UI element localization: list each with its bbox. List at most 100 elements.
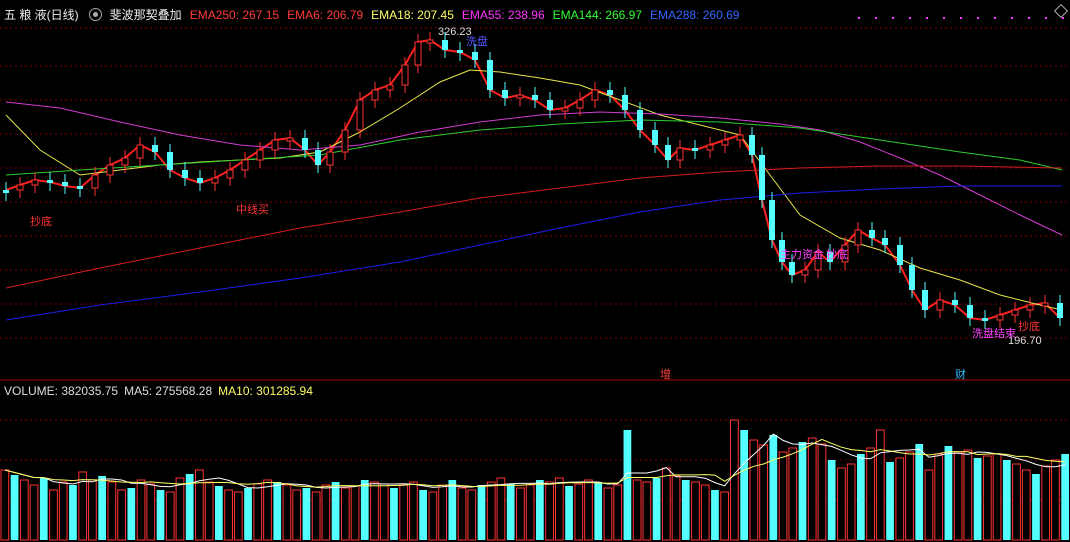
volume-bar[interactable] bbox=[565, 486, 573, 540]
volume-bar[interactable] bbox=[545, 481, 554, 541]
volume-bar[interactable] bbox=[69, 485, 77, 540]
volume-bar[interactable] bbox=[1021, 469, 1031, 541]
volume-bar[interactable] bbox=[1051, 459, 1060, 541]
volume-bar[interactable] bbox=[282, 484, 292, 541]
volume-bar[interactable] bbox=[944, 446, 953, 540]
volume-bar[interactable] bbox=[652, 478, 661, 540]
candle[interactable] bbox=[532, 95, 538, 100]
gear-icon[interactable] bbox=[88, 8, 102, 21]
candle[interactable] bbox=[1041, 302, 1049, 307]
volume-bar[interactable] bbox=[905, 451, 914, 541]
volume-bar[interactable] bbox=[788, 447, 798, 541]
candle[interactable] bbox=[401, 64, 409, 86]
candle[interactable] bbox=[547, 100, 553, 110]
candle[interactable] bbox=[211, 177, 219, 184]
volume-bar[interactable] bbox=[204, 481, 214, 541]
candle[interactable] bbox=[897, 245, 903, 265]
candle[interactable] bbox=[749, 135, 755, 155]
volume-bar[interactable] bbox=[49, 489, 58, 541]
candle[interactable] bbox=[31, 179, 39, 186]
volume-bar[interactable] bbox=[409, 481, 418, 541]
candle[interactable] bbox=[442, 40, 448, 50]
candle[interactable] bbox=[736, 134, 744, 141]
candle[interactable] bbox=[801, 269, 809, 276]
volume-bar[interactable] bbox=[720, 491, 730, 541]
candle[interactable] bbox=[967, 305, 973, 318]
volume-bar[interactable] bbox=[467, 489, 477, 541]
volume-bar[interactable] bbox=[29, 484, 39, 541]
volume-bar[interactable] bbox=[292, 489, 302, 541]
candle[interactable] bbox=[576, 99, 584, 109]
candle[interactable] bbox=[341, 129, 349, 153]
volume-bar[interactable] bbox=[302, 488, 311, 540]
volume-bar[interactable] bbox=[165, 491, 175, 541]
volume-bar[interactable] bbox=[798, 442, 807, 540]
volume-bar[interactable] bbox=[613, 484, 623, 541]
volume-bar[interactable] bbox=[1061, 454, 1069, 540]
volume-bar[interactable] bbox=[691, 481, 700, 541]
candle[interactable] bbox=[371, 89, 379, 101]
candle[interactable] bbox=[622, 95, 628, 110]
volume-bar[interactable] bbox=[536, 480, 544, 540]
volume-bar[interactable] bbox=[516, 487, 525, 541]
volume-bar[interactable] bbox=[525, 484, 535, 541]
volume-bar[interactable] bbox=[681, 480, 690, 540]
candle[interactable] bbox=[637, 110, 643, 130]
candle[interactable] bbox=[302, 138, 308, 150]
volume-bar[interactable] bbox=[477, 485, 486, 540]
candle[interactable] bbox=[91, 174, 99, 189]
candle[interactable] bbox=[286, 137, 294, 142]
volume-bar[interactable] bbox=[857, 454, 865, 540]
volume-bar[interactable] bbox=[642, 481, 652, 541]
candle[interactable] bbox=[472, 52, 478, 60]
volume-bar[interactable] bbox=[584, 479, 593, 541]
candle[interactable] bbox=[16, 184, 24, 191]
candle[interactable] bbox=[607, 90, 613, 95]
candle[interactable] bbox=[256, 149, 264, 161]
volume-bar[interactable] bbox=[1032, 474, 1040, 540]
volume-bar[interactable] bbox=[992, 453, 1002, 541]
candle[interactable] bbox=[692, 148, 698, 151]
candle[interactable] bbox=[457, 50, 463, 53]
volume-bar[interactable] bbox=[39, 478, 48, 540]
candle[interactable] bbox=[502, 90, 508, 98]
candle[interactable] bbox=[996, 314, 1004, 321]
volume-bar[interactable] bbox=[711, 490, 719, 540]
volume-bar[interactable] bbox=[1002, 460, 1011, 540]
volume-bar[interactable] bbox=[419, 490, 427, 540]
volume-bar[interactable] bbox=[98, 476, 106, 540]
volume-bar[interactable] bbox=[837, 467, 846, 541]
candle[interactable] bbox=[121, 157, 129, 166]
candle[interactable] bbox=[759, 155, 765, 200]
volume-bar[interactable] bbox=[88, 479, 97, 541]
candle[interactable] bbox=[315, 150, 321, 165]
candle[interactable] bbox=[591, 89, 599, 101]
volume-bar[interactable] bbox=[263, 479, 272, 541]
candle[interactable] bbox=[3, 190, 9, 193]
candle[interactable] bbox=[106, 164, 114, 176]
volume-bar[interactable] bbox=[594, 482, 603, 540]
candle[interactable] bbox=[676, 147, 684, 161]
volume-bar[interactable] bbox=[233, 491, 243, 541]
candle[interactable] bbox=[665, 145, 671, 160]
candle[interactable] bbox=[516, 94, 524, 99]
candle[interactable] bbox=[152, 145, 158, 152]
volume-bar[interactable] bbox=[574, 483, 584, 541]
volume-bar[interactable] bbox=[215, 486, 223, 540]
volume-bar[interactable] bbox=[136, 479, 146, 541]
volume-bar[interactable] bbox=[19, 479, 29, 541]
volume-bar[interactable] bbox=[58, 481, 68, 541]
volume-bar[interactable] bbox=[117, 489, 126, 541]
candle[interactable] bbox=[869, 230, 875, 238]
candle[interactable] bbox=[789, 262, 795, 275]
candle[interactable] bbox=[922, 290, 928, 310]
volume-bar[interactable] bbox=[496, 477, 506, 541]
volume-bar[interactable] bbox=[399, 484, 409, 541]
candle[interactable] bbox=[936, 299, 944, 311]
candle[interactable] bbox=[706, 144, 714, 151]
volume-bar[interactable] bbox=[156, 490, 165, 540]
volume-bar[interactable] bbox=[350, 485, 360, 541]
stock-chart[interactable]: 326.23 196.70 抄底 中线买 主力资金 洗盘 抄底 洗盘结束 抄底 … bbox=[0, 0, 1070, 542]
volume-bar[interactable] bbox=[700, 484, 710, 541]
volume-bar[interactable] bbox=[934, 453, 944, 541]
